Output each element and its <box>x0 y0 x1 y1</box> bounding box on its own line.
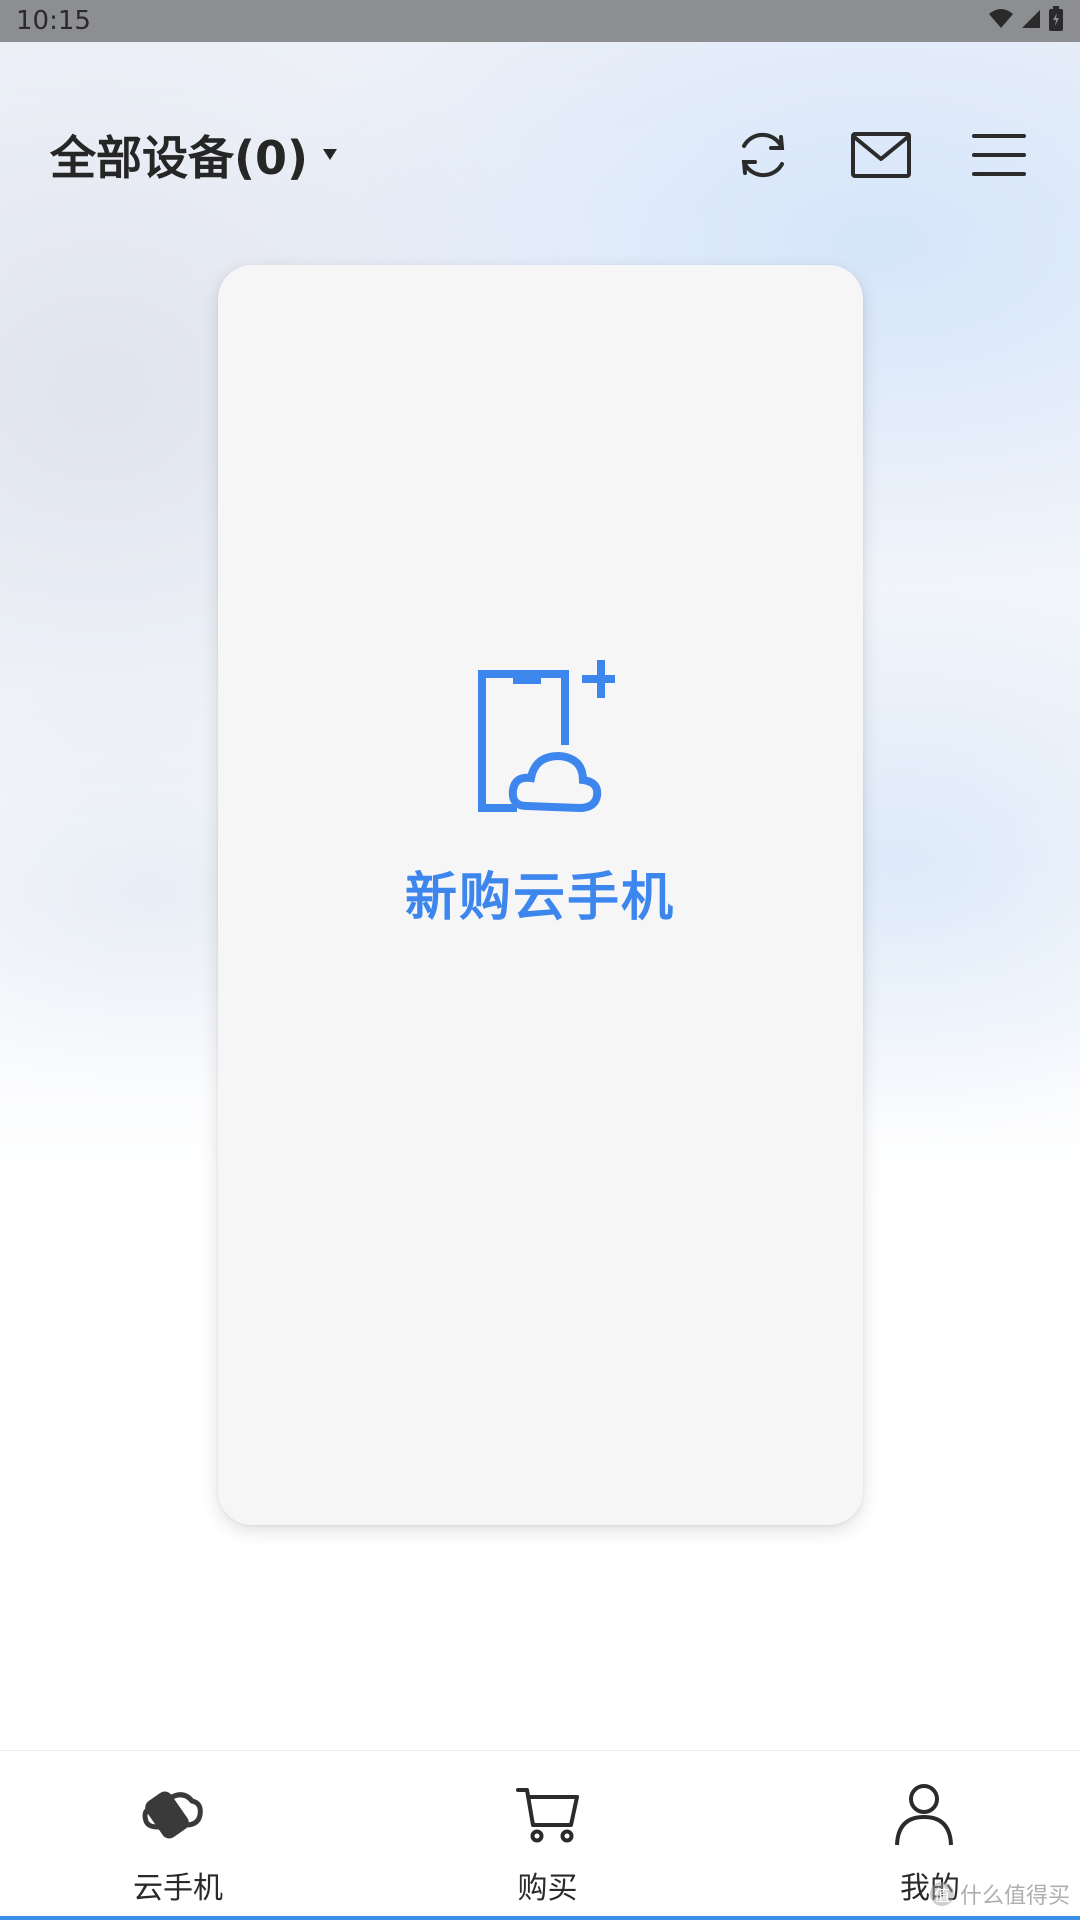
menu-icon[interactable] <box>968 124 1030 186</box>
user-icon <box>888 1779 960 1851</box>
bottom-nav: 云手机 购买 我的 <box>0 1750 1080 1920</box>
new-cloud-phone-label: 新购云手机 <box>404 868 675 928</box>
status-time: 10:15 <box>16 6 91 36</box>
device-selector-label: 全部设备(0) <box>50 131 309 185</box>
caret-down-icon <box>322 146 338 165</box>
status-bar: 10:15 <box>0 0 1080 42</box>
watermark: 值 什么值得买 <box>929 1878 1070 1910</box>
watermark-text: 什么值得买 <box>959 1884 1070 1909</box>
nav-item-cloud-phone[interactable]: 云手机 <box>0 1751 410 1920</box>
cart-icon <box>512 1779 584 1851</box>
signal-icon <box>1020 8 1042 34</box>
cloud-phone-icon <box>135 1779 207 1851</box>
nav-item-buy[interactable]: 购买 <box>410 1751 685 1920</box>
add-cloud-phone-icon <box>475 660 620 815</box>
wifi-icon <box>988 8 1014 34</box>
battery-icon <box>1048 6 1064 36</box>
refresh-icon[interactable] <box>732 124 794 186</box>
mail-icon[interactable] <box>850 124 912 186</box>
header: 全部设备(0) <box>0 100 1080 210</box>
watermark-badge: 值 <box>929 1882 954 1906</box>
header-actions <box>732 124 1030 186</box>
status-icons <box>988 6 1064 36</box>
nav-label-buy: 购买 <box>517 1871 578 1906</box>
nav-label-cloud-phone: 云手机 <box>133 1871 223 1906</box>
device-selector[interactable]: 全部设备(0) <box>50 122 338 188</box>
